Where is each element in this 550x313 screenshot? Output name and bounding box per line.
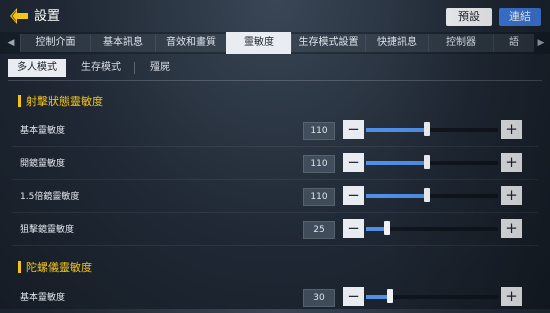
plus-icon[interactable]: + bbox=[501, 219, 522, 238]
row-label: 開鏡靈敏度 bbox=[20, 159, 66, 169]
subtab-survival[interactable]: 生存模式 bbox=[72, 59, 130, 77]
plus-icon[interactable]: + bbox=[501, 186, 522, 205]
section-header-gyroscope: 陀螺儀靈敏度 bbox=[12, 259, 538, 275]
slider-track[interactable] bbox=[366, 155, 498, 169]
preset-button[interactable]: 預設 bbox=[446, 8, 492, 26]
sensitivity-row: 1.5倍鏡靈敏度 110 − + bbox=[12, 180, 538, 213]
minus-icon[interactable]: − bbox=[343, 219, 364, 238]
tab-basic-info[interactable]: 基本訊息 bbox=[90, 34, 155, 52]
slider-handle[interactable] bbox=[423, 155, 430, 169]
slider-handle[interactable] bbox=[423, 188, 430, 202]
row-label: 1.5倍鏡靈敏度 bbox=[20, 192, 80, 202]
tab-quick-messages[interactable]: 快捷訊息 bbox=[365, 34, 428, 52]
slider-handle[interactable] bbox=[384, 221, 391, 235]
slider-handle[interactable] bbox=[423, 122, 430, 136]
section-header-shooting: 射擊狀態靈敏度 bbox=[12, 93, 538, 109]
value-input[interactable]: 110 bbox=[303, 188, 335, 206]
connect-button[interactable]: 連結 bbox=[499, 8, 541, 26]
tab-bar: ◀ 控制介面 基本訊息 音效和畫質 靈敏度 生存模式設置 快捷訊息 控制器 語 … bbox=[0, 32, 550, 54]
slider-fill bbox=[366, 194, 427, 198]
chevron-right-icon[interactable]: ▶ bbox=[534, 32, 548, 54]
tab-language[interactable]: 語 bbox=[493, 34, 534, 52]
subtab-divider-line bbox=[8, 80, 542, 81]
tab-control-ui[interactable]: 控制介面 bbox=[20, 34, 90, 52]
sensitivity-row: 基本靈敏度 30 − + bbox=[12, 281, 538, 313]
plus-icon[interactable]: + bbox=[501, 153, 522, 172]
section-title: 射擊狀態靈敏度 bbox=[26, 95, 103, 108]
subtab-zombies[interactable]: 殭屍 bbox=[138, 59, 182, 77]
slider-track[interactable] bbox=[366, 221, 498, 235]
slider-fill bbox=[366, 161, 427, 165]
value-input[interactable]: 110 bbox=[303, 155, 335, 173]
plus-icon[interactable]: + bbox=[501, 287, 522, 306]
minus-icon[interactable]: − bbox=[343, 120, 364, 139]
section-accent-bar bbox=[18, 95, 21, 107]
row-label: 基本靈敏度 bbox=[20, 126, 66, 136]
back-arrow-icon[interactable] bbox=[8, 6, 30, 26]
tab-survival-settings[interactable]: 生存模式設置 bbox=[291, 34, 365, 52]
value-input[interactable]: 25 bbox=[303, 221, 335, 239]
minus-icon[interactable]: − bbox=[343, 186, 364, 205]
section-accent-bar bbox=[18, 261, 21, 273]
sensitivity-row: 開鏡靈敏度 110 − + bbox=[12, 147, 538, 180]
slider-track[interactable] bbox=[366, 122, 498, 136]
value-input[interactable]: 110 bbox=[303, 122, 335, 140]
sensitivity-row: 狙擊鏡靈敏度 25 − + bbox=[12, 213, 538, 246]
row-label: 狙擊鏡靈敏度 bbox=[20, 225, 75, 235]
tab-sensitivity[interactable]: 靈敏度 bbox=[226, 32, 291, 54]
section-title: 陀螺儀靈敏度 bbox=[26, 261, 92, 274]
row-label: 基本靈敏度 bbox=[20, 293, 66, 303]
slider-fill bbox=[366, 128, 427, 132]
plus-icon[interactable]: + bbox=[501, 120, 522, 139]
chevron-left-icon[interactable]: ◀ bbox=[4, 32, 18, 54]
slider-track[interactable] bbox=[366, 289, 498, 303]
minus-icon[interactable]: − bbox=[343, 153, 364, 172]
page-title: 設置 bbox=[34, 9, 61, 24]
minus-icon[interactable]: − bbox=[343, 287, 364, 306]
tab-audio-graphics[interactable]: 音效和畫質 bbox=[155, 34, 226, 52]
subtab-multiplayer[interactable]: 多人模式 bbox=[8, 59, 66, 77]
slider-track[interactable] bbox=[366, 188, 498, 202]
tab-controller[interactable]: 控制器 bbox=[428, 34, 493, 52]
subtab-divider bbox=[134, 62, 135, 74]
value-input[interactable]: 30 bbox=[303, 289, 335, 307]
sensitivity-row: 基本靈敏度 110 − + bbox=[12, 114, 538, 147]
top-bar: 設置 預設 連結 bbox=[0, 0, 550, 32]
slider-handle[interactable] bbox=[386, 289, 393, 303]
